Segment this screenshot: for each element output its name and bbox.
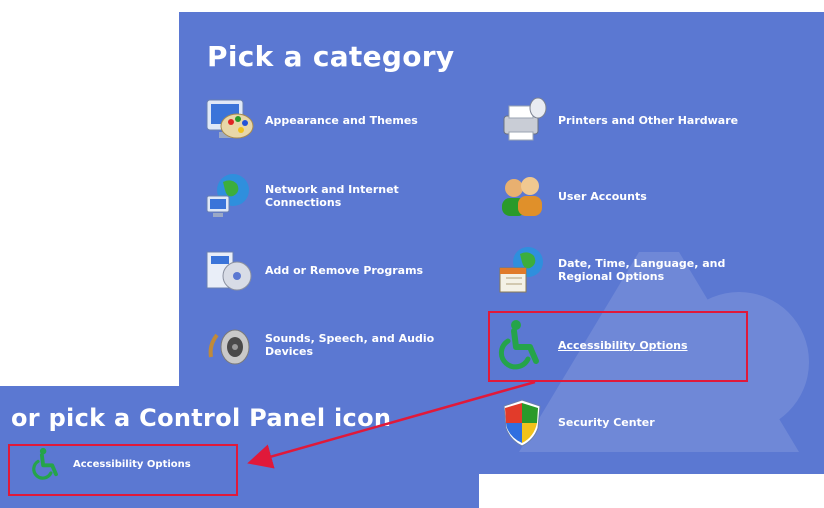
arrow-connector <box>247 380 536 469</box>
